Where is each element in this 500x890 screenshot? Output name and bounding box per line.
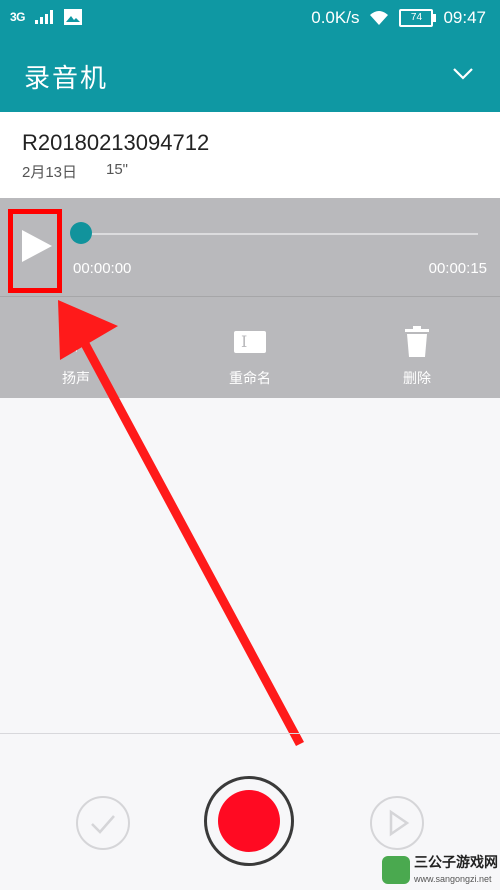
play-button[interactable] [370, 796, 424, 850]
play-outline-icon [389, 809, 410, 837]
check-button[interactable] [76, 796, 130, 850]
annotation-arrow [58, 300, 304, 746]
watermark: 三公子游戏网 www.sangongzi.net [378, 852, 500, 890]
divider [0, 733, 500, 734]
record-icon[interactable] [218, 790, 280, 852]
watermark-url: www.sangongzi.net [414, 874, 492, 884]
watermark-logo-icon [382, 856, 410, 884]
check-icon [91, 815, 115, 834]
watermark-title: 三公子游戏网 [414, 854, 498, 870]
